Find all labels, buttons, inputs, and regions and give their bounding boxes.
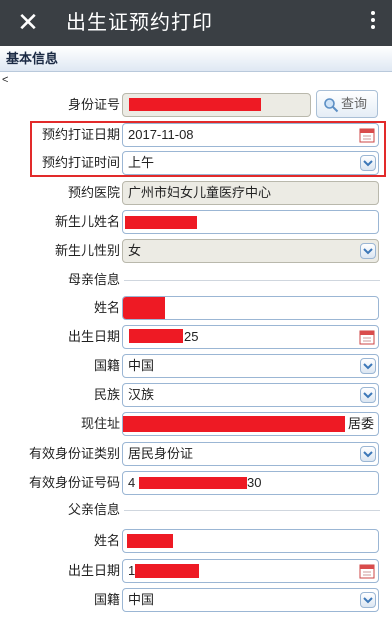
row-father-birth: 出生日期 1 xyxy=(0,558,392,584)
mother-info-heading: 母亲信息 xyxy=(0,270,392,290)
close-icon[interactable]: ✕ xyxy=(14,7,42,37)
row-mother-id-number: 有效身份证号码 4 30 xyxy=(0,470,392,496)
row-mother-birth: 出生日期 25 xyxy=(0,324,392,350)
redaction xyxy=(139,477,247,489)
chevron-down-icon[interactable] xyxy=(360,446,376,462)
father-nationality-label: 国籍 xyxy=(93,592,120,607)
row-baby-gender: 新生儿性别 女 xyxy=(0,238,392,264)
redaction xyxy=(129,329,183,343)
mother-id-number-label: 有效身份证号码 xyxy=(28,475,120,490)
id-number-label: 身份证号 xyxy=(67,97,120,112)
father-name-field[interactable] xyxy=(122,529,379,553)
chevron-down-icon[interactable] xyxy=(360,387,376,403)
mother-name-label: 姓名 xyxy=(93,300,120,315)
collapse-arrow-icon[interactable]: < xyxy=(2,74,8,86)
mother-id-type-select[interactable]: 居民身份证 xyxy=(122,442,379,466)
more-options-icon[interactable] xyxy=(370,8,376,34)
row-hospital: 预约医院 广州市妇女儿童医疗中心 xyxy=(0,180,392,206)
father-name-label: 姓名 xyxy=(93,533,120,548)
redaction xyxy=(123,416,345,432)
query-button[interactable]: 查询 xyxy=(316,90,378,118)
mother-nationality-select[interactable]: 中国 xyxy=(122,354,379,378)
baby-gender-label: 新生儿性别 xyxy=(54,243,120,258)
father-nationality-select[interactable]: 中国 xyxy=(122,588,379,612)
mother-info-label: 母亲信息 xyxy=(67,272,120,287)
search-icon xyxy=(324,98,339,113)
row-mother-id-type: 有效身份证类别 居民身份证 xyxy=(0,441,392,467)
mother-nationality-label: 国籍 xyxy=(93,358,120,373)
father-info-label: 父亲信息 xyxy=(67,502,120,517)
redaction xyxy=(127,534,173,548)
mother-ethnicity-select[interactable]: 汉族 xyxy=(122,383,379,407)
row-mother-name: 姓名 xyxy=(0,295,392,321)
app-bar: ✕ 出生证预约打印 xyxy=(0,0,392,46)
chevron-down-icon[interactable] xyxy=(360,243,376,259)
redaction xyxy=(123,297,165,319)
row-father-name: 姓名 xyxy=(0,528,392,554)
calendar-icon[interactable] xyxy=(359,329,375,345)
redaction xyxy=(129,98,261,111)
hospital-label: 预约医院 xyxy=(67,185,120,200)
mother-id-type-label: 有效身份证类别 xyxy=(28,446,120,461)
mother-birth-field[interactable]: 25 xyxy=(122,325,379,349)
baby-gender-select[interactable]: 女 xyxy=(122,239,379,263)
baby-name-field[interactable] xyxy=(122,210,379,234)
redaction xyxy=(125,216,197,229)
mother-birth-label: 出生日期 xyxy=(67,329,120,344)
row-baby-name: 新生儿姓名 xyxy=(0,209,392,235)
chevron-down-icon[interactable] xyxy=(360,592,376,608)
query-button-label: 查询 xyxy=(341,96,368,111)
father-info-heading: 父亲信息 xyxy=(0,500,392,520)
highlight-box xyxy=(30,121,386,177)
row-mother-ethnicity: 民族 汉族 xyxy=(0,382,392,408)
mother-address-label: 现住址 xyxy=(80,416,120,431)
mother-id-number-field[interactable]: 4 30 xyxy=(122,471,379,495)
baby-name-label: 新生儿姓名 xyxy=(54,214,120,229)
page-title: 出生证预约打印 xyxy=(66,12,213,34)
father-birth-label: 出生日期 xyxy=(67,563,120,578)
hospital-field[interactable]: 广州市妇女儿童医疗中心 xyxy=(122,181,379,205)
row-father-nationality: 国籍 中国 xyxy=(0,587,392,613)
calendar-icon[interactable] xyxy=(359,563,375,579)
mother-address-field[interactable]: 居委 xyxy=(122,412,379,436)
redaction xyxy=(135,564,199,578)
mother-name-field[interactable] xyxy=(122,296,379,320)
chevron-down-icon[interactable] xyxy=(360,358,376,374)
mother-ethnicity-label: 民族 xyxy=(93,387,120,402)
divider xyxy=(124,280,380,281)
id-number-field[interactable] xyxy=(122,93,311,117)
section-header-basic-info: 基本信息 xyxy=(0,46,392,72)
row-id-number: 身份证号 查询 xyxy=(0,90,392,118)
father-birth-field[interactable]: 1 xyxy=(122,559,379,583)
divider xyxy=(124,510,380,511)
row-mother-nationality: 国籍 中国 xyxy=(0,353,392,379)
row-mother-address: 现住址 居委 xyxy=(0,411,392,437)
